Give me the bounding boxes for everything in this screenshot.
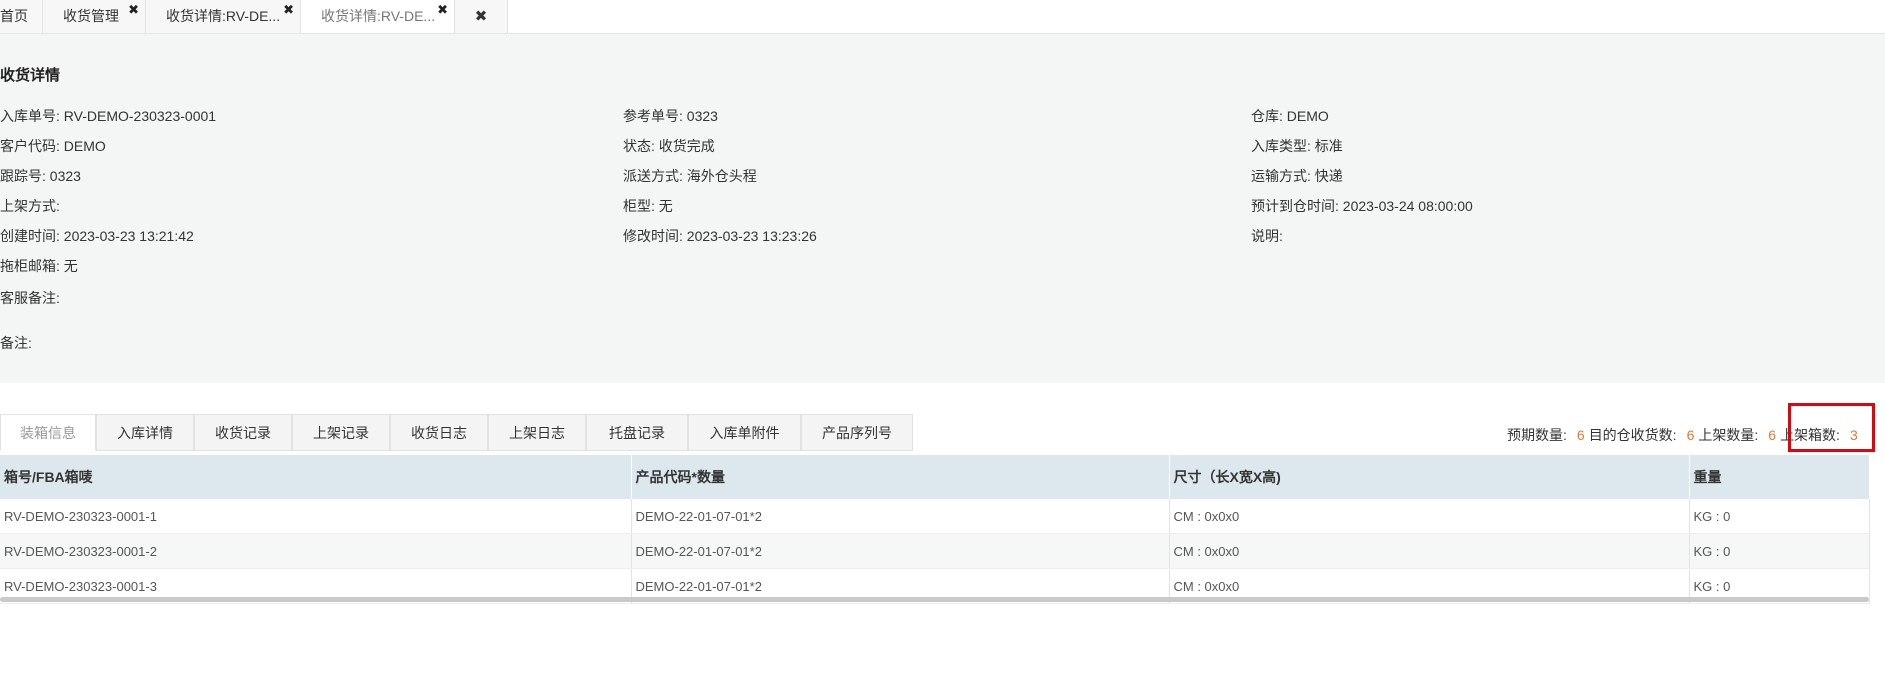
cell-dimensions: CM : 0x0x0	[1169, 499, 1690, 534]
dest-received-label: 目的仓收货数:	[1588, 427, 1677, 443]
field-created-time: 创建时间: 2023-03-23 13:21:42	[0, 228, 194, 244]
tab-home[interactable]: 首页	[0, 0, 43, 33]
tab-label: 收货详情:RV-DE...	[321, 8, 436, 24]
tab-receiving-detail-1[interactable]: 收货详情:RV-DE... ✖	[146, 0, 301, 33]
close-all-tabs-icon[interactable]: ✖	[455, 0, 508, 33]
tab-putaway-log[interactable]: 上架日志	[488, 414, 586, 451]
tab-receiving-detail-2[interactable]: 收货详情:RV-DE... ✖	[301, 0, 455, 33]
field-ref-no: 参考单号: 0323	[623, 108, 718, 124]
receiving-detail-panel: 收货详情 入库单号: RV-DEMO-230323-0001 客户代码: DEM…	[0, 34, 1885, 383]
tab-inbound-attachments[interactable]: 入库单附件	[688, 414, 801, 451]
tab-label: 收货详情:RV-DE...	[166, 8, 281, 24]
cell-box-no: RV-DEMO-230323-0001-2	[0, 533, 632, 569]
close-icon[interactable]: ✖	[283, 0, 294, 20]
field-shipping-method: 运输方式: 快递	[1251, 168, 1343, 184]
field-inbound-type: 入库类型: 标准	[1251, 138, 1343, 154]
column-header-dimensions: 尺寸（长X宽X高)	[1169, 455, 1690, 499]
tab-receiving-records[interactable]: 收货记录	[194, 414, 292, 451]
putaway-qty-value: 6	[1768, 427, 1777, 443]
field-eta: 预计到仓时间: 2023-03-24 08:00:00	[1251, 198, 1473, 214]
field-cabinet-type: 柜型: 无	[623, 198, 673, 214]
tab-receiving-management[interactable]: 收货管理 ✖	[43, 0, 146, 33]
field-inbound-no: 入库单号: RV-DEMO-230323-0001	[0, 108, 217, 124]
column-header-product-qty: 产品代码*数量	[631, 455, 1170, 499]
tab-bar: 首页 收货管理 ✖ 收货详情:RV-DE... ✖ 收货详情:RV-DE... …	[0, 0, 1885, 34]
tab-label: 首页	[0, 8, 28, 24]
cell-dimensions: CM : 0x0x0	[1169, 533, 1690, 569]
tab-packing-info[interactable]: 装箱信息	[0, 414, 96, 451]
table-row[interactable]: RV-DEMO-230323-0001-2 DEMO-22-01-07-01*2…	[0, 533, 1870, 569]
tab-pallet-records[interactable]: 托盘记录	[586, 414, 688, 451]
field-cs-remark: 客服备注:	[0, 290, 60, 306]
field-tracking-no: 跟踪号: 0323	[0, 168, 81, 184]
detail-title: 收货详情	[0, 67, 61, 84]
table-row[interactable]: RV-DEMO-230323-0001-1 DEMO-22-01-07-01*2…	[0, 499, 1870, 534]
field-container-mailbox: 拖柜邮箱: 无	[0, 258, 78, 274]
field-description: 说明:	[1251, 228, 1283, 244]
expected-qty-label: 预期数量:	[1507, 427, 1567, 443]
field-remark: 备注:	[0, 335, 32, 351]
field-warehouse: 仓库: DEMO	[1251, 108, 1329, 124]
cell-weight: KG : 0	[1689, 499, 1870, 534]
highlight-box	[1788, 403, 1875, 452]
field-putaway-method: 上架方式:	[0, 198, 60, 214]
field-modified-time: 修改时间: 2023-03-23 13:23:26	[623, 228, 817, 244]
field-delivery-method: 派送方式: 海外仓头程	[623, 168, 757, 184]
column-header-weight: 重量	[1689, 455, 1870, 499]
packing-table: 箱号/FBA箱唛 产品代码*数量 尺寸（长X宽X高) 重量 RV-DEMO-23…	[0, 455, 1870, 604]
tab-receiving-log[interactable]: 收货日志	[390, 414, 488, 451]
close-icon[interactable]: ✖	[128, 0, 139, 20]
field-status: 状态: 收货完成	[623, 138, 715, 154]
tab-label: 收货管理	[63, 8, 119, 24]
cell-weight: KG : 0	[1689, 533, 1870, 569]
dest-received-value: 6	[1686, 427, 1695, 443]
tab-inbound-detail[interactable]: 入库详情	[96, 414, 194, 451]
putaway-qty-label: 上架数量:	[1698, 427, 1759, 443]
column-header-box-no: 箱号/FBA箱唛	[0, 455, 632, 499]
cell-product-qty: DEMO-22-01-07-01*2	[631, 533, 1170, 569]
tab-putaway-records[interactable]: 上架记录	[292, 414, 390, 451]
cell-product-qty: DEMO-22-01-07-01*2	[631, 499, 1170, 534]
table-header-row: 箱号/FBA箱唛 产品代码*数量 尺寸（长X宽X高) 重量	[0, 455, 1870, 499]
field-customer-code: 客户代码: DEMO	[0, 138, 106, 154]
tab-product-serial[interactable]: 产品序列号	[801, 414, 913, 451]
horizontal-scrollbar[interactable]	[0, 597, 1869, 602]
expected-qty-value: 6	[1576, 427, 1585, 443]
cell-box-no: RV-DEMO-230323-0001-1	[0, 499, 632, 534]
close-icon[interactable]: ✖	[437, 0, 448, 20]
